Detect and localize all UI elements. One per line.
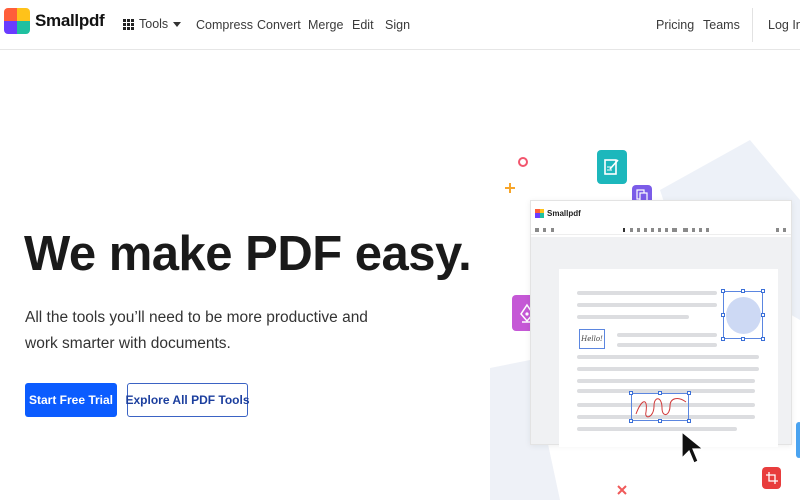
start-free-trial-button[interactable]: Start Free Trial (25, 383, 117, 417)
nav-pricing[interactable]: Pricing (656, 18, 694, 32)
top-navigation: Smallpdf Tools Compress Convert Merge Ed… (0, 0, 800, 50)
chevron-down-icon (173, 21, 182, 27)
document-text-line (617, 333, 717, 337)
editor-preview-header: Smallpdf (531, 201, 791, 225)
editor-preview-window: Smallpdf Hello! (530, 200, 792, 447)
nav-convert[interactable]: Convert (257, 18, 301, 32)
document-text-line (577, 367, 759, 371)
document-text-line (617, 343, 717, 347)
selection-handle (721, 289, 725, 293)
document-page: Hello! (559, 269, 778, 447)
document-text-line (577, 379, 755, 383)
document-text-line (577, 355, 759, 359)
signature-selection (629, 391, 691, 423)
selection-handle (721, 337, 725, 341)
tools-label: Tools (139, 17, 169, 31)
editor-preview-brand: Smallpdf (547, 208, 581, 218)
editor-preview-toolbar (531, 225, 791, 235)
brand-name: Smallpdf (35, 11, 105, 30)
selection-handle (741, 289, 745, 293)
selection-handle (687, 419, 691, 423)
nav-edit[interactable]: Edit (352, 18, 374, 32)
selection-handle (658, 419, 662, 423)
login-link[interactable]: Log In (768, 18, 800, 32)
nav-merge[interactable]: Merge (308, 18, 343, 32)
tools-menu-button[interactable]: Tools (123, 17, 182, 31)
selection-handle (721, 313, 725, 317)
hero-subtitle: All the tools you’ll need to be more pro… (25, 309, 368, 352)
selection-handle (687, 391, 691, 395)
nav-divider (752, 8, 753, 42)
selection-handle (761, 289, 765, 293)
document-text-line (577, 291, 717, 295)
selection-handle (658, 391, 662, 395)
brand-logo[interactable]: Smallpdf (4, 8, 105, 34)
crop-icon (762, 467, 781, 489)
signature-scribble (635, 398, 687, 418)
hello-text-annotation: Hello! (579, 329, 605, 349)
selection-handle (741, 337, 745, 341)
circle-shape (726, 297, 761, 334)
mini-logo-icon (535, 208, 544, 218)
selection-handle (761, 337, 765, 341)
nav-compress[interactable]: Compress (196, 18, 253, 32)
nav-sign[interactable]: Sign (385, 18, 410, 32)
editor-preview-canvas: Hello! (531, 237, 791, 447)
document-text-line (577, 427, 737, 431)
circle-shape-selection (721, 289, 765, 341)
nav-teams[interactable]: Teams (703, 18, 740, 32)
hello-text: Hello! (581, 335, 603, 343)
document-text-line (577, 315, 689, 319)
hero-illustration: Smallpdf Hello! (490, 130, 800, 500)
scroll-edge-tab (796, 422, 800, 458)
selection-handle (629, 419, 633, 423)
hero-title: We make PDF easy. (24, 227, 472, 281)
selection-handle (761, 313, 765, 317)
explore-all-pdf-tools-button[interactable]: Explore All PDF Tools (126, 383, 250, 417)
selection-handle (629, 391, 633, 395)
brand-logo-icon (4, 8, 30, 34)
grid-icon (123, 18, 134, 30)
mouse-pointer-icon (681, 430, 705, 464)
document-text-line (577, 303, 717, 307)
edit-document-icon (597, 150, 627, 184)
toolbar-icons (535, 228, 786, 232)
